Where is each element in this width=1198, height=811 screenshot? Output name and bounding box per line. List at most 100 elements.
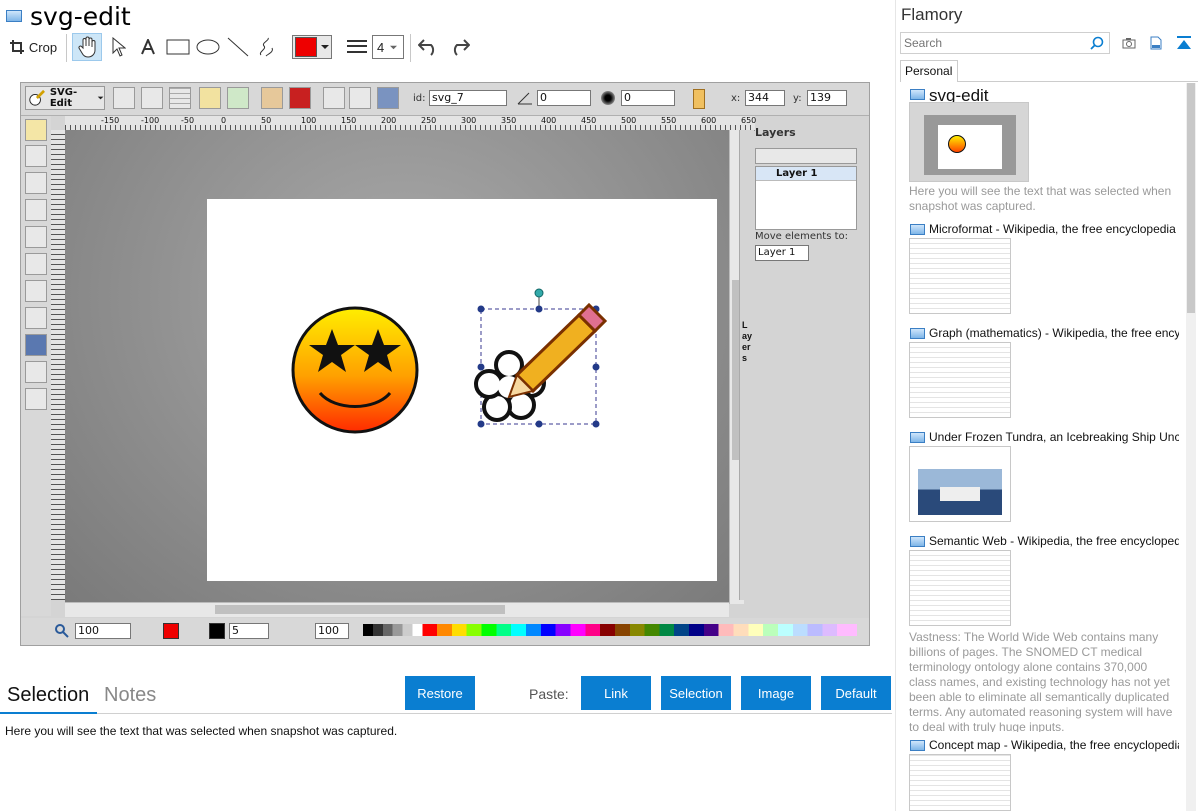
ruler-tick-label: 100 <box>301 116 317 125</box>
paste-default-button[interactable]: Default <box>821 676 891 710</box>
smiley-graphic <box>291 306 419 434</box>
camera-icon[interactable] <box>1122 37 1136 49</box>
path-icon <box>25 172 47 194</box>
image-icon <box>25 334 47 356</box>
eyedropper-icon <box>25 388 47 410</box>
select-icon <box>25 119 47 141</box>
undo-icon <box>418 39 435 56</box>
delete-icon <box>289 87 311 109</box>
stroke-width-field: 5 <box>229 623 269 639</box>
freehand-tool-button[interactable] <box>254 33 280 61</box>
sidebar-app-name: Flamory <box>901 5 963 24</box>
text-tool-button[interactable] <box>136 33 160 61</box>
page-title: svg-edit <box>30 2 131 31</box>
snapshot-title[interactable]: Semantic Web - Wikipedia, the free encyc… <box>929 534 1179 548</box>
snapshot-title[interactable]: Under Frozen Tundra, an Icebreaking Ship… <box>929 430 1179 444</box>
snapshot-thumbnail[interactable] <box>909 238 1011 314</box>
horizontal-scrollbar <box>65 602 729 617</box>
grid-icon <box>169 87 191 109</box>
tab-personal[interactable]: Personal <box>900 60 958 82</box>
text-small-icon <box>25 307 47 329</box>
stroke-swatch <box>209 623 225 639</box>
selection-text: Here you will see the text that was sele… <box>5 724 398 738</box>
blur-field: 0 <box>621 90 675 106</box>
select-tool-button[interactable] <box>106 33 132 61</box>
ellipse-small-icon <box>25 226 47 248</box>
link-icon <box>377 87 399 109</box>
hand-tool-button[interactable] <box>72 33 102 61</box>
snapshot-thumbnail[interactable] <box>909 550 1011 626</box>
layer-row: Layer 1 <box>756 167 856 181</box>
zoom-small-icon <box>55 624 69 638</box>
snapshot-thumbnail[interactable] <box>909 754 1011 811</box>
ruler-tick-label: 550 <box>661 116 677 125</box>
app-logo-icon <box>6 10 22 22</box>
snapshot-title[interactable]: Microformat - Wikipedia, the free encycl… <box>929 222 1179 236</box>
snapshot-thumbnail[interactable] <box>909 102 1029 182</box>
id-field: svg_7 <box>429 90 507 106</box>
search-box[interactable] <box>900 32 1110 54</box>
pointer-icon <box>112 37 126 57</box>
stroke-width-icon-button[interactable] <box>344 33 370 61</box>
snapshot-title[interactable]: Graph (mathematics) - Wikipedia, the fre… <box>929 326 1179 340</box>
ruler-tick-label: 450 <box>581 116 597 125</box>
fill-swatch <box>163 623 179 639</box>
snapshot-icon <box>910 740 925 751</box>
search-input[interactable] <box>901 33 1086 53</box>
layers-title: Layers <box>755 126 796 139</box>
polygon-icon <box>25 253 47 275</box>
paste-selection-button[interactable]: Selection <box>661 676 731 710</box>
color-picker[interactable] <box>292 35 332 59</box>
layer-list: Layer 1 <box>755 166 857 230</box>
paste-image-button[interactable]: Image <box>741 676 811 710</box>
wireframe-icon <box>141 87 163 109</box>
toolbar-divider <box>410 34 411 62</box>
snapshot-icon <box>910 536 925 547</box>
snapshot-image: SVG-Edit id: svg_7 0 0 x: 344 y: 139 -15… <box>20 82 870 646</box>
crop-button[interactable]: Crop <box>6 33 60 61</box>
document-icon[interactable] <box>1150 36 1162 50</box>
snapshot-description: Vastness: The World Wide Web contains ma… <box>909 630 1173 732</box>
rectangle-tool-button[interactable] <box>164 33 192 61</box>
stroke-lines-icon <box>347 40 367 53</box>
tab-notes[interactable]: Notes <box>104 684 156 707</box>
freehand-icon <box>259 37 273 57</box>
redo-icon <box>453 39 470 56</box>
move-top-icon <box>323 87 345 109</box>
tab-selection[interactable]: Selection <box>7 684 89 707</box>
tab-bar-line <box>958 81 1198 82</box>
layers-tab-strip: Layers <box>739 130 754 600</box>
clone-icon <box>261 87 283 109</box>
undo-button[interactable] <box>416 33 442 61</box>
collapse-top-icon[interactable] <box>1176 36 1192 50</box>
snapshot-icon <box>910 224 925 235</box>
line-tool-button[interactable] <box>225 33 251 61</box>
ruler-tick-label: 500 <box>621 116 637 125</box>
ellipse-tool-button[interactable] <box>194 33 222 61</box>
snapshot-title[interactable]: Concept map - Wikipedia, the free encycl… <box>929 738 1179 752</box>
redo-button[interactable] <box>446 33 472 61</box>
scrollbar-thumb <box>215 605 505 614</box>
x-field: 344 <box>745 90 785 106</box>
angle-field: 0 <box>537 90 591 106</box>
layer-buttons <box>755 148 857 164</box>
snapshot-icon <box>910 89 925 100</box>
snapshot-icon <box>910 432 925 443</box>
line-icon <box>227 37 249 57</box>
ruler-tick-label: 400 <box>541 116 557 125</box>
angle-icon <box>517 92 532 105</box>
chevron-down-icon <box>390 45 398 49</box>
ruler-tick-label: 300 <box>461 116 477 125</box>
selected-element <box>474 288 608 428</box>
restore-button[interactable]: Restore <box>405 676 475 710</box>
search-icon[interactable] <box>1090 36 1104 50</box>
stroke-width-select[interactable]: 4 <box>372 35 404 59</box>
ruler-tick-label: 50 <box>261 116 272 125</box>
crop-label: Crop <box>28 39 58 55</box>
pencil-icon <box>25 145 47 167</box>
color-palette <box>363 624 857 636</box>
snapshot-thumbnail[interactable] <box>909 446 1011 522</box>
paste-link-button[interactable]: Link <box>581 676 651 710</box>
id-label: id: <box>413 93 426 104</box>
snapshot-thumbnail[interactable] <box>909 342 1011 418</box>
